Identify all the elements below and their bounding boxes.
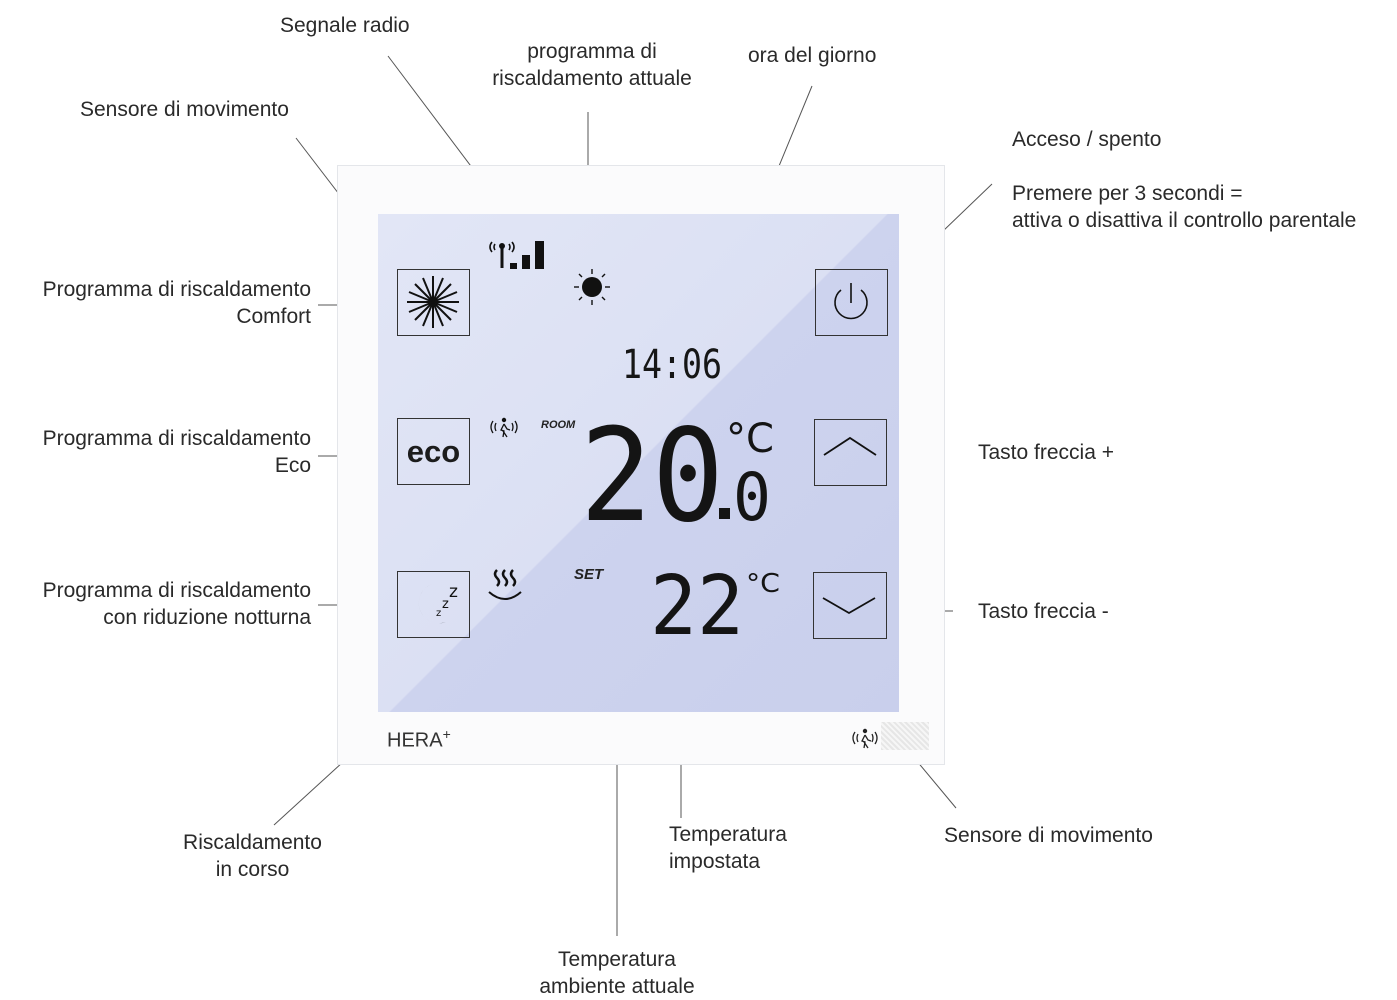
arrow-down-button[interactable] xyxy=(813,572,887,639)
thermostat-panel: eco z z z ROOM SET 14:06 20 0 °C 22 °C H… xyxy=(337,165,945,765)
svg-text:z: z xyxy=(436,608,441,619)
label-eco: Programma di riscaldamento Eco xyxy=(42,427,311,477)
label-arrow-minus: Tasto freccia - xyxy=(978,600,1109,623)
arrow-up-icon xyxy=(823,436,877,456)
label-press3: Premere per 3 secondi = attiva o disattiv… xyxy=(1012,182,1357,232)
night-button[interactable]: z z z xyxy=(397,571,470,638)
leader-motion-bottom xyxy=(915,759,957,809)
eco-button[interactable]: eco xyxy=(397,418,470,485)
moon-sleep-icon: z z z xyxy=(418,582,458,624)
label-time-of-day: ora del giorno xyxy=(748,44,877,67)
motion-sensor-icon xyxy=(490,417,518,438)
label-set-temp: Temperatura impostata xyxy=(669,823,787,873)
heating-waves-icon xyxy=(488,569,522,600)
comfort-sun-icon xyxy=(407,276,459,328)
decimal-point xyxy=(719,508,730,519)
brand-logo: HERA+ xyxy=(387,726,451,752)
sun-icon xyxy=(574,269,610,305)
power-icon xyxy=(834,283,868,320)
label-motion-top: Sensore di movimento xyxy=(80,98,289,121)
svg-text:z: z xyxy=(449,582,458,602)
label-onoff: Acceso / spento xyxy=(1012,128,1162,151)
arrow-down-icon xyxy=(822,597,876,615)
set-temp-unit: °C xyxy=(746,569,780,599)
radio-signal-icon xyxy=(489,241,544,269)
label-heating-active: Riscaldamento in corso xyxy=(183,831,322,881)
set-temp-display: 22 °C xyxy=(650,564,780,639)
eco-icon: eco xyxy=(406,433,461,469)
label-night: Programma di riscaldamento con riduzione … xyxy=(42,579,311,629)
label-arrow-plus: Tasto freccia + xyxy=(978,441,1114,464)
room-temp-decimal: 0 xyxy=(733,459,771,528)
label-motion-bottom: Sensore di movimento xyxy=(944,824,1153,847)
motion-sensor-icon xyxy=(852,728,878,749)
clock-display: 14:06 xyxy=(622,342,722,384)
set-temp-value: 22 xyxy=(650,564,744,639)
motion-sensor-window xyxy=(881,722,929,750)
clock-text: 14:06 xyxy=(622,342,722,384)
room-temp-display: 20 0 °C xyxy=(580,410,774,528)
label-program-current: programma di riscaldamento attuale xyxy=(492,40,692,90)
label-comfort: Programma di riscaldamento Comfort xyxy=(42,278,311,328)
power-button[interactable] xyxy=(815,269,888,336)
label-room-temp: Temperatura ambiente attuale xyxy=(539,948,695,998)
room-temp-integer: 20 xyxy=(580,410,724,528)
svg-text:z: z xyxy=(442,597,449,612)
lcd-screen: eco z z z ROOM SET 14:06 20 0 °C 22 °C xyxy=(378,214,899,712)
room-temp-unit: °C xyxy=(726,416,774,462)
room-label: ROOM xyxy=(541,419,576,431)
arrow-up-button[interactable] xyxy=(814,419,887,486)
label-signal: Segnale radio xyxy=(280,14,410,37)
set-label: SET xyxy=(574,566,604,583)
comfort-button[interactable] xyxy=(397,269,470,336)
